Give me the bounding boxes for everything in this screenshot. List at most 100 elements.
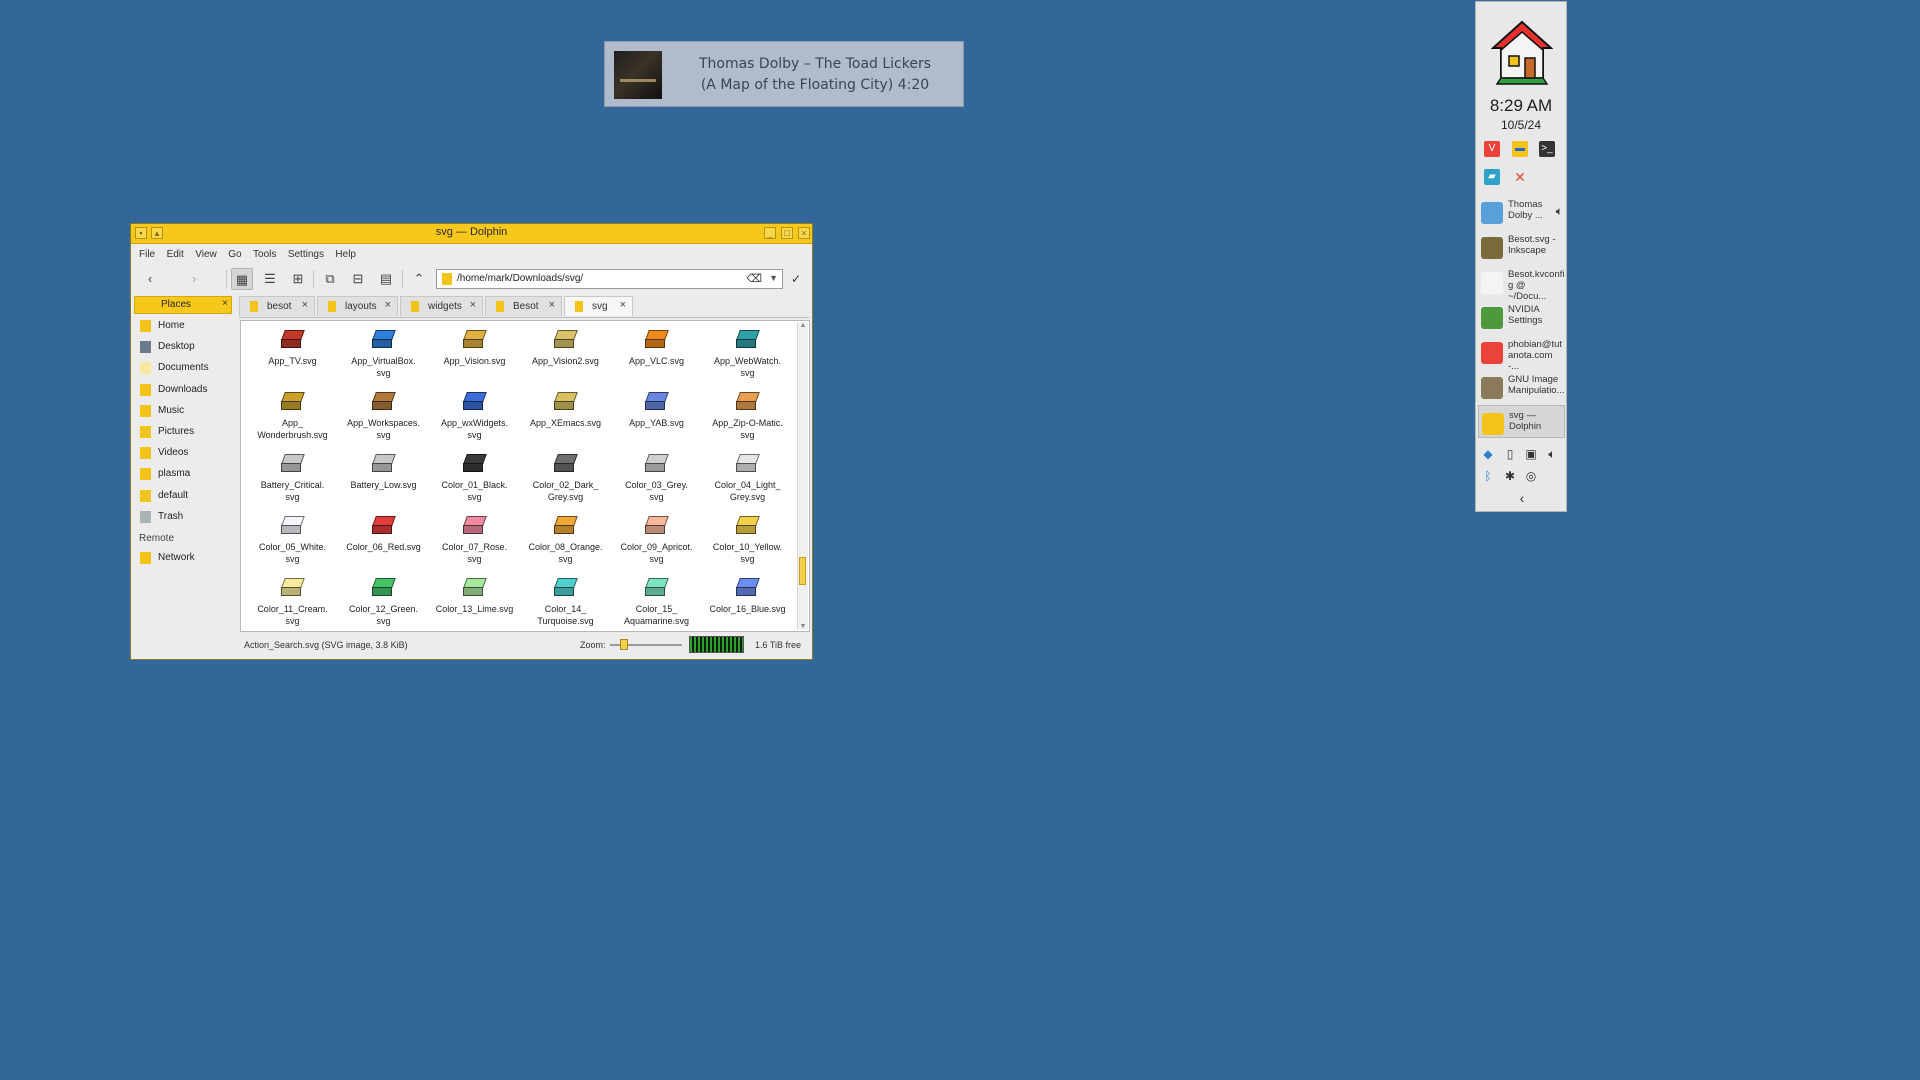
file-item[interactable]: Color_02_Dark_ Grey.svg — [520, 448, 611, 503]
file-item[interactable]: App_Zip-O-Matic. svg — [702, 386, 793, 441]
up-button[interactable]: ⌃ — [408, 268, 430, 290]
file-item[interactable]: Color_15_ Aquamarine.svg — [611, 572, 702, 627]
places-item-documents[interactable]: Documents — [134, 358, 234, 379]
file-item[interactable]: Color_10_Yellow. svg — [702, 510, 793, 565]
places-item-videos[interactable]: Videos — [134, 443, 234, 464]
file-item[interactable]: App_wxWidgets. svg — [429, 386, 520, 441]
collapse-chevron-icon[interactable]: ‹ — [1514, 490, 1530, 506]
task-item[interactable]: NVIDIA Settings — [1478, 300, 1565, 333]
file-item[interactable]: Color_11_Cream. svg — [247, 572, 338, 627]
confirm-location-icon[interactable]: ✓ — [791, 272, 801, 286]
file-item[interactable]: Color_09_Apricot. svg — [611, 510, 702, 565]
file-item[interactable]: App_Vision2.svg — [520, 324, 611, 367]
file-item[interactable]: Color_06_Red.svg — [338, 510, 429, 553]
file-item[interactable]: App_Vision.svg — [429, 324, 520, 367]
notes-tray-icon[interactable]: ▯ — [1502, 447, 1518, 461]
tools-launcher-icon[interactable]: ✕ — [1512, 169, 1528, 185]
task-item[interactable]: svg — Dolphin — [1478, 405, 1565, 438]
details-view-button[interactable]: ⊞ — [287, 268, 309, 290]
file-item[interactable]: Battery_Low.svg — [338, 448, 429, 491]
tab-layouts[interactable]: layouts × — [317, 296, 398, 316]
file-item[interactable]: App_VirtualBox. svg — [338, 324, 429, 379]
close-tab-icon[interactable]: × — [620, 299, 626, 311]
menu-go[interactable]: Go — [228, 245, 241, 265]
vivaldi-launcher-icon[interactable]: V — [1484, 141, 1500, 157]
close-tab-icon[interactable]: × — [470, 299, 476, 311]
vertical-scrollbar[interactable]: ▲ ▼ — [797, 322, 808, 630]
file-item[interactable]: App_XEmacs.svg — [520, 386, 611, 429]
home-launcher-icon[interactable] — [1491, 20, 1553, 86]
menu-file[interactable]: File — [139, 245, 155, 265]
file-item[interactable]: Color_12_Green. svg — [338, 572, 429, 627]
file-manager-launcher-icon[interactable]: ▬ — [1512, 141, 1528, 157]
places-item-downloads[interactable]: Downloads — [134, 380, 234, 401]
file-item[interactable]: Color_14_ Turquoise.svg — [520, 572, 611, 627]
places-item-network[interactable]: Network — [134, 548, 234, 569]
file-item[interactable]: Color_07_Rose. svg — [429, 510, 520, 565]
network-tray-icon[interactable]: ◎ — [1523, 469, 1539, 483]
menu-tools[interactable]: Tools — [253, 245, 276, 265]
file-item[interactable]: App_Workspaces. svg — [338, 386, 429, 441]
file-item[interactable]: App_WebWatch. svg — [702, 324, 793, 379]
task-item[interactable]: GNU Image Manipulatio... — [1478, 370, 1565, 403]
now-playing-notification[interactable]: Thomas Dolby – The Toad Lickers (A Map o… — [604, 41, 964, 107]
location-bar[interactable]: /home/mark/Downloads/svg/ ⌫ ▼ — [436, 269, 783, 289]
volume-tray-icon[interactable]: 🔈︎ — [1544, 447, 1560, 462]
scroll-up-icon[interactable]: ▲ — [798, 322, 808, 329]
minimize-button[interactable]: _ — [764, 227, 776, 239]
split-button[interactable]: ⧉ — [319, 268, 341, 290]
tab-widgets[interactable]: widgets × — [400, 296, 483, 316]
preview-button[interactable]: ▤ — [375, 268, 397, 290]
places-item-home[interactable]: Home — [134, 316, 234, 337]
zoom-slider-handle[interactable] — [619, 639, 628, 650]
icons-view-button[interactable]: ▦ — [231, 268, 253, 290]
menu-edit[interactable]: Edit — [167, 245, 184, 265]
task-item[interactable]: Thomas Dolby ... 🔈︎ — [1478, 195, 1565, 228]
file-item[interactable]: Color_03_Grey. svg — [611, 448, 702, 503]
file-item[interactable]: Color_04_Light_ Grey.svg — [702, 448, 793, 503]
back-button[interactable]: ‹ — [139, 268, 161, 290]
tab-svg[interactable]: svg × — [564, 296, 633, 316]
compact-view-button[interactable]: ☰ — [259, 268, 281, 290]
menu-view[interactable]: View — [195, 245, 217, 265]
task-item[interactable]: Besot.svg - Inkscape — [1478, 230, 1565, 263]
title-bar[interactable]: ▪ ▴ svg — Dolphin _ □ × — [131, 224, 812, 244]
menu-help[interactable]: Help — [335, 245, 356, 265]
file-item[interactable]: Color_08_Orange. svg — [520, 510, 611, 565]
file-item[interactable]: Color_01_Black. svg — [429, 448, 520, 503]
file-item[interactable]: Color_16_Blue.svg — [702, 572, 793, 615]
chevron-down-icon[interactable]: ▼ — [769, 273, 778, 283]
scroll-down-icon[interactable]: ▼ — [798, 623, 808, 630]
media-launcher-icon[interactable]: ▰ — [1484, 169, 1500, 185]
file-item[interactable]: Battery_Critical. svg — [247, 448, 338, 503]
zoom-slider[interactable] — [610, 639, 682, 650]
close-tab-icon[interactable]: × — [302, 299, 308, 311]
close-button[interactable]: × — [798, 227, 810, 239]
file-item[interactable]: Color_05_White. svg — [247, 510, 338, 565]
places-item-trash[interactable]: Trash — [134, 507, 234, 528]
maximize-button[interactable]: □ — [781, 227, 793, 239]
settings-tray-icon[interactable]: ✱ — [1502, 469, 1518, 483]
file-item[interactable]: App_TV.svg — [247, 324, 338, 367]
places-item-plasma[interactable]: plasma — [134, 464, 234, 485]
tab-besot[interactable]: Besot × — [485, 296, 562, 316]
places-item-default[interactable]: default — [134, 486, 234, 507]
media-tray-icon[interactable]: ◆ — [1480, 447, 1496, 461]
file-item[interactable]: App_ Wonderbrush.svg — [247, 386, 338, 441]
task-item[interactable]: phobian@tut anota.com -... — [1478, 335, 1565, 372]
clock-time[interactable]: 8:29 AM — [1476, 96, 1566, 116]
tab-besot[interactable]: besot × — [239, 296, 315, 316]
terminal-launcher-icon[interactable]: >_ — [1539, 141, 1555, 157]
clear-location-icon[interactable]: ⌫ — [746, 272, 762, 285]
bluetooth-tray-icon[interactable]: ᛒ — [1480, 469, 1496, 483]
places-item-pictures[interactable]: Pictures — [134, 422, 234, 443]
file-item[interactable]: Color_13_Lime.svg — [429, 572, 520, 615]
clipboard-tray-icon[interactable]: ▣ — [1523, 447, 1539, 461]
close-panel-icon[interactable]: × — [222, 298, 228, 309]
new-tab-button[interactable]: ⊟ — [347, 268, 369, 290]
places-item-music[interactable]: Music — [134, 401, 234, 422]
scrollbar-thumb[interactable] — [799, 557, 806, 585]
menu-settings[interactable]: Settings — [288, 245, 324, 265]
close-tab-icon[interactable]: × — [549, 299, 555, 311]
close-tab-icon[interactable]: × — [385, 299, 391, 311]
